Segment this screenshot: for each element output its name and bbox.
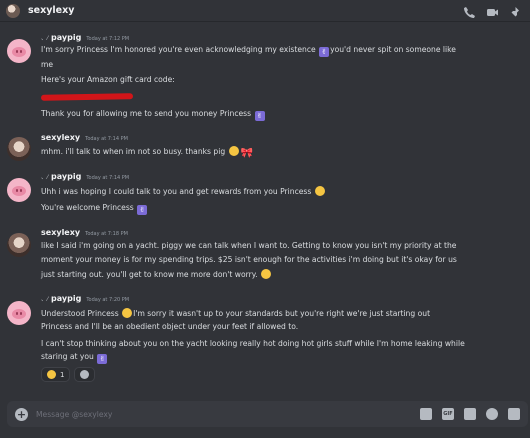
message-line: I'm sorry Princess I'm honored you're ev… [41,45,456,57]
composer-tools: GIF [420,408,520,420]
sticker-icon[interactable] [464,408,476,420]
add-reaction-button[interactable] [74,367,96,382]
timestamp: Today at 7:12 PM [86,36,130,42]
author-name[interactable]: paypig [51,33,81,42]
paypig-avatar[interactable] [7,39,31,63]
timestamp: Today at 7:20 PM [86,297,130,303]
pleading-emoji-icon [122,308,133,318]
message-line: me [41,60,54,69]
message-line: staring at you [41,352,108,364]
header-avatar[interactable] [6,3,20,18]
message-line: just starting out. you'll get to know me… [41,269,272,280]
reaction-chip[interactable]: 1 [41,367,71,382]
author-name[interactable]: sexylexy [41,228,80,237]
message-line: like I said i'm going on a yacht. piggy … [41,241,457,250]
message-line: I can't stop thinking about you on the y… [41,339,465,348]
message-header: 、⁄ paypig Today at 7:14 PM [41,172,129,181]
message-line: moment your money is for my spending tri… [41,255,457,264]
sexylexy-avatar[interactable] [7,137,31,161]
timestamp: Today at 7:18 PM [85,231,128,237]
message-input[interactable]: Message @sexylexy [36,410,112,419]
message-line: You're welcome Princess [41,203,148,215]
message-header: 、⁄ paypig Today at 7:20 PM [41,294,129,303]
victory-emoji-icon [97,354,108,364]
victory-emoji-icon [137,205,148,215]
message-line: Understood Princess I'm sorry it wasn't … [41,308,431,318]
channel-header: sexylexy [0,0,530,22]
author-prefix: 、⁄ [41,296,49,303]
call-icon[interactable] [463,4,476,18]
message-line: mhm. i'll talk to when im not so busy. t… [41,146,254,159]
reaction-count: 1 [60,370,65,379]
victory-emoji-icon [254,111,265,121]
header-actions [463,4,522,18]
author-name[interactable]: paypig [51,172,81,181]
ribbon-emoji-icon: 🎀 [240,148,254,159]
author-name[interactable]: sexylexy [41,133,80,142]
paypig-avatar[interactable] [7,301,31,325]
pinned-icon[interactable] [509,4,522,17]
redaction-scribble [40,93,134,101]
message-header: sexylexy Today at 7:14 PM [41,133,128,142]
upload-plus-button[interactable]: + [15,407,28,421]
message-header: sexylexy Today at 7:18 PM [41,228,128,237]
timestamp: Today at 7:14 PM [86,175,130,181]
grimace-emoji-icon [228,146,239,156]
apps-icon[interactable] [508,408,520,420]
timestamp: Today at 7:14 PM [85,136,128,142]
sexylexy-avatar[interactable] [7,233,31,257]
gift-icon[interactable] [420,408,432,420]
paypig-avatar[interactable] [7,178,31,202]
message-line: Here's your Amazon gift card code: [41,75,175,84]
message-line: Princess and I'll be an obedient object … [41,322,299,331]
victory-emoji-icon [319,47,330,57]
message-composer[interactable]: + Message @sexylexy GIF [7,401,528,427]
message-line: Uhh i was hoping I could talk to you and… [41,186,326,197]
message-header: 、⁄ paypig Today at 7:12 PM [41,33,129,42]
message-line: Thank you for allowing me to send you mo… [41,109,266,121]
pleading-emoji-icon [314,186,325,196]
grimace-emoji-icon [47,370,56,379]
wink-emoji-icon [261,269,271,279]
header-username[interactable]: sexylexy [28,5,74,16]
reactions-bar: 1 [41,367,96,382]
video-call-icon[interactable] [486,4,499,17]
add-reaction-icon [80,370,90,379]
author-prefix: 、⁄ [41,35,49,42]
author-name[interactable]: paypig [51,294,81,303]
gif-icon[interactable]: GIF [442,408,454,420]
emoji-picker-icon[interactable] [486,408,498,420]
author-prefix: 、⁄ [41,174,49,181]
